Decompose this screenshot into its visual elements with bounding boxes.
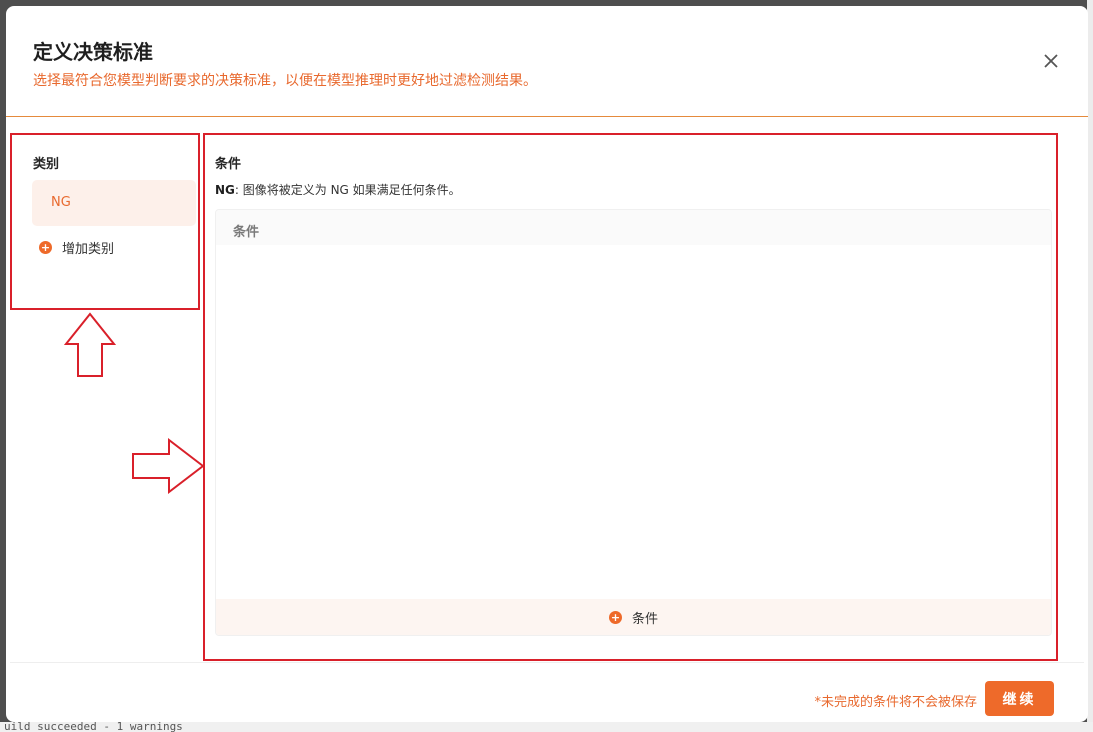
conditions-description: NG: 图像将被定义为 NG 如果满足任何条件。 <box>215 181 461 198</box>
plus-circle-icon: + <box>608 610 622 624</box>
conditions-table: 条件 + 条件 <box>215 209 1052 636</box>
add-category-label: 增加类别 <box>62 242 115 257</box>
close-button[interactable] <box>1040 50 1062 72</box>
dialog-title: 定义决策标准 <box>33 40 153 64</box>
conditions-table-header: 条件 <box>216 210 1051 245</box>
conditions-panel-title: 条件 <box>215 157 242 172</box>
add-category-button[interactable]: + 增加类别 <box>39 238 114 257</box>
conditions-column-header: 条件 <box>233 225 260 240</box>
background-console: uild succeeded - 1 warnings <box>0 722 1093 732</box>
conditions-panel: 条件 NG: 图像将被定义为 NG 如果满足任何条件。 条件 + 条件 <box>203 133 1058 661</box>
annotation-arrow-right-icon <box>132 438 205 494</box>
decision-criteria-dialog: 定义决策标准 选择最符合您模型判断要求的决策标准，以便在模型推理时更好地过滤检测… <box>6 6 1088 722</box>
category-item-ng[interactable]: NG <box>32 180 196 226</box>
footer-divider <box>10 662 1084 663</box>
add-condition-button[interactable]: + 条件 <box>216 599 1051 635</box>
close-icon <box>1044 54 1058 68</box>
category-item-label: NG <box>51 195 71 210</box>
unsaved-conditions-note: *未完成的条件将不会被保存 <box>814 695 977 710</box>
category-panel-title: 类别 <box>33 157 60 172</box>
category-panel: 类别 NG + 增加类别 <box>10 133 200 310</box>
dialog-header: 定义决策标准 选择最符合您模型判断要求的决策标准，以便在模型推理时更好地过滤检测… <box>6 6 1088 117</box>
add-condition-label: 条件 <box>631 611 658 627</box>
plus-circle-icon: + <box>39 241 52 254</box>
dialog-subtitle: 选择最符合您模型判断要求的决策标准，以便在模型推理时更好地过滤检测结果。 <box>33 73 537 89</box>
continue-button[interactable]: 继续 <box>985 681 1054 716</box>
annotation-arrow-up-icon <box>64 312 116 377</box>
conditions-description-text: : 图像将被定义为 NG 如果满足任何条件。 <box>234 183 461 197</box>
background-console-text: uild succeeded - 1 warnings <box>4 722 183 732</box>
conditions-description-category: NG <box>215 183 235 197</box>
